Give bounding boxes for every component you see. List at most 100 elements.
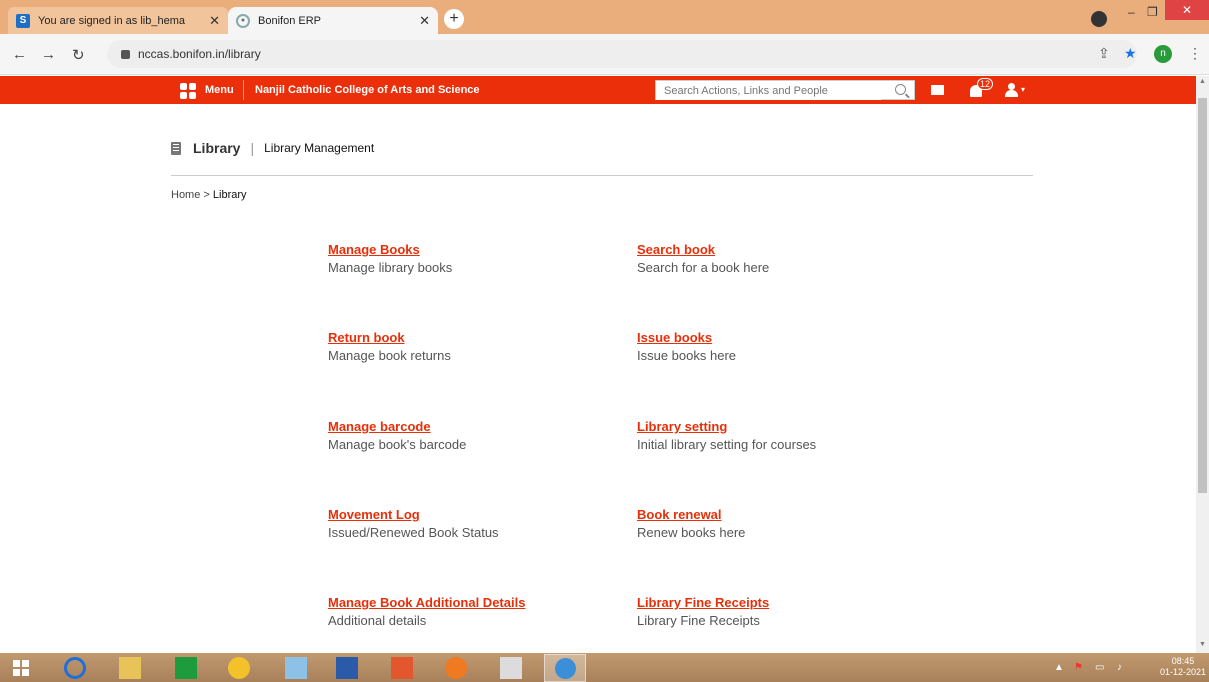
library-setting-link[interactable]: Library setting — [637, 419, 927, 434]
file-explorer-icon[interactable] — [119, 657, 141, 679]
browser-menu-icon[interactable]: ⋮ — [1188, 45, 1202, 62]
bookmark-star-icon[interactable]: ★ — [1124, 45, 1137, 62]
manage-book-additional-details-link[interactable]: Manage Book Additional Details — [328, 595, 618, 610]
scroll-down-icon[interactable]: ▼ — [1199, 641, 1206, 648]
college-name[interactable]: Nanjil Catholic College of Arts and Scie… — [255, 84, 480, 96]
word-icon[interactable] — [336, 657, 358, 679]
flag-icon[interactable]: ⚑ — [1074, 662, 1083, 673]
network-icon[interactable]: ▭ — [1095, 662, 1104, 673]
tab-title: You are signed in as lib_hema — [38, 14, 185, 27]
manage-barcode-link[interactable]: Manage barcode — [328, 419, 618, 434]
book-renewal-link[interactable]: Book renewal — [637, 507, 927, 522]
item-return-book: Return book Manage book returns — [328, 330, 618, 363]
scroll-up-icon[interactable]: ▲ — [1199, 78, 1206, 85]
item-description: Additional details — [328, 613, 427, 628]
address-bar: ← → ↻ nccas.bonifon.in/library ⇪ ★ n ⋮ — [0, 34, 1209, 75]
item-manage-book-additional-details: Manage Book Additional Details Additiona… — [328, 595, 618, 628]
manage-books-link[interactable]: Manage Books — [328, 242, 618, 257]
item-manage-books: Manage Books Manage library books — [328, 242, 618, 275]
item-description: Manage book returns — [328, 348, 451, 363]
page-heading: Library | Library Management — [171, 140, 374, 156]
chevron-down-icon[interactable]: ▾ — [1021, 85, 1025, 94]
item-description: Issue books here — [637, 348, 737, 363]
reload-icon[interactable]: ↻ — [72, 46, 85, 64]
item-book-renewal: Book renewal Renew books here — [637, 507, 927, 540]
header-search — [655, 80, 915, 100]
windows-start-icon[interactable] — [13, 660, 29, 676]
item-library-setting: Library setting Initial library setting … — [637, 419, 927, 452]
printer-icon[interactable] — [500, 657, 522, 679]
header-divider — [243, 80, 244, 100]
item-description: Initial library setting for courses — [637, 437, 817, 452]
grid-menu-icon[interactable] — [180, 83, 196, 99]
item-manage-barcode: Manage barcode Manage book's barcode — [328, 419, 618, 452]
item-library-fine-receipts: Library Fine Receipts Library Fine Recei… — [637, 595, 927, 628]
firefox-icon[interactable] — [445, 657, 467, 679]
volume-icon[interactable]: ♪ — [1117, 662, 1122, 673]
user-icon[interactable] — [1005, 83, 1019, 97]
bonifon-favicon-icon: ● — [236, 13, 250, 28]
page-scrollbar[interactable]: ▲ ▼ — [1196, 76, 1209, 653]
restore-icon[interactable]: ❐ — [1147, 5, 1158, 19]
close-tab-icon[interactable]: ✕ — [209, 13, 220, 29]
item-description: Library Fine Receipts — [637, 613, 760, 628]
url-field[interactable]: nccas.bonifon.in/library — [107, 40, 1137, 68]
chrome-active-icon — [555, 658, 576, 679]
item-description: Renew books here — [637, 525, 746, 540]
forward-arrow-icon[interactable]: → — [41, 46, 56, 63]
close-tab-icon[interactable]: ✕ — [419, 13, 430, 29]
item-search-book: Search book Search for a book here — [637, 242, 927, 275]
item-description: Manage book's barcode — [328, 437, 467, 452]
url-text: nccas.bonifon.in/library — [138, 47, 261, 61]
mail-icon[interactable] — [931, 85, 944, 95]
search-input[interactable] — [656, 82, 881, 100]
presentation-app-icon[interactable] — [391, 657, 413, 679]
item-movement-log: Movement Log Issued/Renewed Book Status — [328, 507, 618, 540]
breadcrumb-home[interactable]: Home — [171, 189, 200, 201]
title-separator: | — [250, 140, 255, 156]
tray-expand-icon[interactable]: ▲ — [1054, 662, 1064, 673]
browser-tab-bonifon[interactable]: ● Bonifon ERP ✕ — [228, 7, 438, 34]
page-subtitle: Library Management — [264, 141, 375, 155]
clock-time: 08:45 — [1171, 656, 1195, 666]
chrome-icon[interactable] — [228, 657, 250, 679]
issue-books-link[interactable]: Issue books — [637, 330, 927, 345]
account-avatar[interactable]: n — [1154, 45, 1172, 63]
movement-log-link[interactable]: Movement Log — [328, 507, 618, 522]
store-icon[interactable] — [175, 657, 197, 679]
breadcrumb: Home > Library — [171, 189, 247, 201]
item-description: Search for a book here — [637, 260, 770, 275]
notification-badge: 12 — [977, 78, 994, 90]
back-arrow-icon[interactable]: ← — [12, 46, 27, 63]
item-description: Issued/Renewed Book Status — [328, 525, 499, 540]
calculator-icon[interactable] — [285, 657, 307, 679]
minimize-icon[interactable]: – — [1128, 5, 1135, 19]
library-fine-receipts-link[interactable]: Library Fine Receipts — [637, 595, 927, 610]
return-book-link[interactable]: Return book — [328, 330, 618, 345]
lock-icon — [121, 49, 130, 59]
new-tab-button[interactable]: + — [444, 9, 464, 29]
internet-explorer-icon[interactable] — [64, 657, 86, 679]
profile-icon[interactable] — [1091, 11, 1107, 27]
item-description: Manage library books — [328, 260, 453, 275]
browser-tab-strip: S You are signed in as lib_hema ✕ ● Boni… — [0, 0, 1209, 34]
system-clock[interactable]: 08:45 01-12-2021 — [1160, 656, 1206, 678]
scroll-thumb[interactable] — [1198, 98, 1207, 493]
item-issue-books: Issue books Issue books here — [637, 330, 927, 363]
menu-button[interactable]: Menu — [205, 84, 234, 96]
breadcrumb-sep: > — [203, 189, 210, 201]
os-taskbar: ▲ ⚑ ▭ ♪ 08:45 01-12-2021 — [0, 653, 1209, 682]
tab-title: Bonifon ERP — [258, 14, 321, 27]
app-header: Menu Nanjil Catholic College of Arts and… — [0, 76, 1196, 104]
breadcrumb-current: Library — [212, 189, 247, 201]
book-icon — [171, 141, 181, 155]
page-title: Library — [193, 140, 241, 156]
share-icon[interactable]: ⇪ — [1098, 45, 1110, 62]
clock-date: 01-12-2021 — [1160, 667, 1207, 677]
search-book-link[interactable]: Search book — [637, 242, 927, 257]
search-icon[interactable] — [895, 84, 906, 95]
window-close-button[interactable]: ✕ — [1165, 0, 1209, 20]
browser-tab-signed-in[interactable]: S You are signed in as lib_hema ✕ — [8, 7, 228, 34]
taskbar-active-app[interactable] — [544, 654, 586, 682]
heading-divider — [171, 175, 1033, 176]
